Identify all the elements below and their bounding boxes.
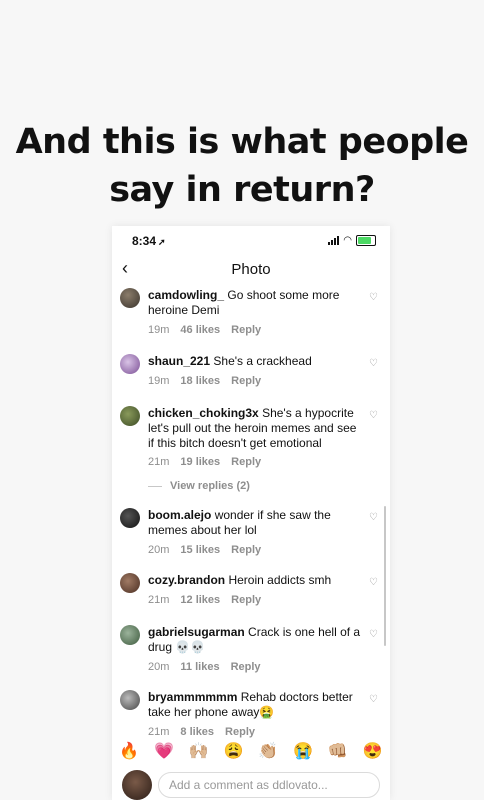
comment-likes[interactable]: 8 likes: [180, 726, 214, 738]
comment-text: She's a crackhead: [213, 354, 312, 368]
heart-icon[interactable]: ♡: [369, 577, 378, 588]
reply-button[interactable]: Reply: [231, 661, 261, 673]
comment-time: 20m: [148, 544, 170, 556]
comment-time: 21m: [148, 594, 170, 606]
comment-likes[interactable]: 11 likes: [180, 661, 219, 673]
avatar[interactable]: [120, 354, 140, 374]
raised-hands-emoji-button[interactable]: 🙌🏼: [189, 741, 209, 761]
comment-likes[interactable]: 18 likes: [180, 375, 220, 387]
comment-input[interactable]: Add a comment as ddlovato...: [158, 772, 380, 798]
reply-button[interactable]: Reply: [231, 594, 261, 606]
reply-button[interactable]: Reply: [231, 544, 261, 556]
comment-composer: Add a comment as ddlovato...: [112, 766, 390, 800]
comment-likes[interactable]: 12 likes: [180, 594, 220, 606]
clap-emoji-button[interactable]: 👏🏼: [258, 741, 278, 761]
wifi-icon: ◠: [343, 235, 352, 246]
avatar[interactable]: [120, 288, 140, 308]
fire-emoji-button[interactable]: 🔥: [119, 741, 139, 761]
comment-time: 21m: [148, 456, 170, 468]
nav-bar: ‹ Photo: [112, 256, 390, 284]
heart-icon[interactable]: ♡: [369, 358, 378, 369]
reply-button[interactable]: Reply: [231, 375, 261, 387]
scrollbar[interactable]: [384, 506, 386, 646]
signal-icon: [328, 236, 340, 245]
avatar[interactable]: [120, 573, 140, 593]
comment-meta: 21m 12 likes Reply: [148, 594, 272, 606]
heart-icon[interactable]: ♡: [369, 512, 378, 523]
comment-meta: 21m 8 likes Reply: [148, 726, 266, 738]
comment-list[interactable]: camdowling_ Go shoot some more heroine D…: [112, 286, 390, 738]
comment-username[interactable]: bryammmmmm: [148, 690, 237, 704]
comment-username[interactable]: gabrielsugarman: [148, 625, 245, 639]
status-bar: 8:34 ➚ ◠: [112, 226, 390, 256]
comment-username[interactable]: boom.alejo: [148, 508, 211, 522]
comment-username[interactable]: chicken_choking3x: [148, 406, 259, 420]
avatar[interactable]: [120, 690, 140, 710]
comment-text: Heroin addicts smh: [228, 573, 332, 587]
avatar[interactable]: [120, 406, 140, 426]
avatar[interactable]: [120, 508, 140, 528]
avatar: [122, 770, 152, 800]
heart-icon[interactable]: ♡: [369, 629, 378, 640]
heart-icon[interactable]: ♡: [369, 292, 378, 303]
view-replies-label: View replies (2): [170, 480, 250, 492]
heart-emoji-button[interactable]: 💗: [154, 741, 174, 761]
headline-line-1: And this is what people: [15, 122, 469, 162]
comment-time: 19m: [148, 375, 170, 387]
avatar[interactable]: [120, 625, 140, 645]
nav-title: Photo: [231, 261, 271, 278]
crying-emoji-button[interactable]: 😭: [293, 741, 313, 761]
headline: And this is what people say in return?: [0, 118, 484, 214]
status-icons: ◠: [328, 235, 376, 246]
weary-emoji-button[interactable]: 😩: [224, 741, 244, 761]
comment-username[interactable]: shaun_221: [148, 354, 210, 368]
emoji-quick-bar: 🔥 💗 🙌🏼 😩 👏🏼 😭 👊🏼 😍: [112, 738, 390, 764]
comment-meta: 19m 18 likes Reply: [148, 375, 272, 387]
battery-icon: [356, 235, 376, 246]
heart-eyes-emoji-button[interactable]: 😍: [363, 741, 383, 761]
reply-button[interactable]: Reply: [225, 726, 255, 738]
comment-meta: 20m 11 likes Reply: [148, 661, 272, 673]
phone-screenshot: 8:34 ➚ ◠ ‹ Photo camdowling_ Go shoot som…: [112, 226, 390, 800]
comment-username[interactable]: cozy.brandon: [148, 573, 225, 587]
comment-meta: 19m 46 likes Reply: [148, 324, 272, 336]
comment-likes[interactable]: 15 likes: [180, 544, 220, 556]
comment-meta: 21m 19 likes Reply: [148, 456, 272, 468]
comment-time: 19m: [148, 324, 170, 336]
headline-line-2: say in return?: [109, 170, 375, 210]
comment-time: 21m: [148, 726, 170, 738]
comment-likes[interactable]: 19 likes: [180, 456, 220, 468]
comment-username[interactable]: camdowling_: [148, 288, 224, 302]
status-time: 8:34 ➚: [132, 234, 166, 248]
reply-button[interactable]: Reply: [231, 324, 261, 336]
comment-meta: 20m 15 likes Reply: [148, 544, 272, 556]
reply-button[interactable]: Reply: [231, 456, 261, 468]
comment-time: 20m: [148, 661, 170, 673]
heart-icon[interactable]: ♡: [369, 694, 378, 705]
heart-icon[interactable]: ♡: [369, 410, 378, 421]
comment-likes[interactable]: 46 likes: [180, 324, 220, 336]
fist-emoji-button[interactable]: 👊🏼: [328, 741, 348, 761]
view-replies-button[interactable]: View replies (2): [148, 480, 250, 492]
location-arrow-icon: ➚: [158, 237, 166, 247]
